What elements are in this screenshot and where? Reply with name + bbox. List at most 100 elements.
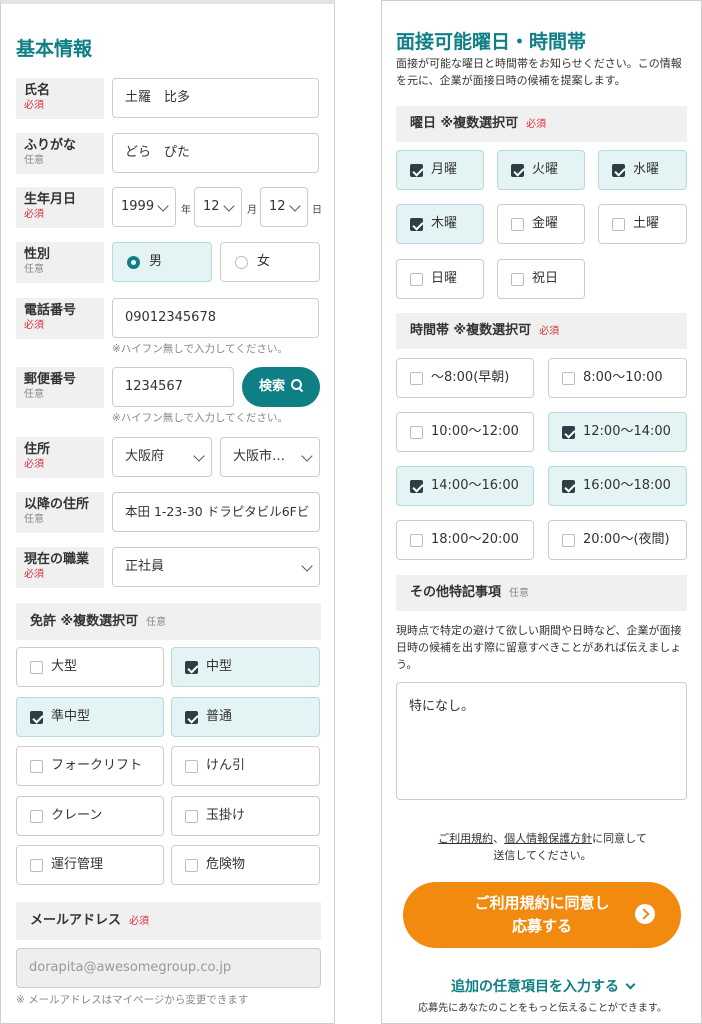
interview-description: 面接が可能な曜日と時間帯をお知らせください。この情報を元に、企業が面接日時の候補…	[396, 57, 682, 87]
address2-row: 以降の住所 任意 本田 1-23-30 ドラピタビル6Fビ	[16, 492, 321, 533]
checkbox-icon	[511, 218, 524, 231]
time-checkbox[interactable]: 14:00〜16:00	[396, 466, 534, 506]
license-header: 免許 ※複数選択可 任意	[16, 603, 321, 640]
birth-month-select[interactable]: 12	[194, 187, 242, 227]
postal-row: 郵便番号 任意 1234567 検索 ※ハイフン無しで入力してください。	[16, 367, 321, 427]
times-header: 時間帯 ※複数選択可 必須	[396, 313, 687, 349]
birth-year-select[interactable]: 1999	[112, 187, 176, 227]
more-fields-link[interactable]: 追加の任意項目を入力する	[382, 976, 701, 996]
city-select[interactable]: 大阪市…	[220, 437, 320, 477]
occupation-row: 現在の職業 必須 正社員	[16, 547, 321, 588]
phone-row: 電話番号 必須 09012345678 ※ハイフン無しで入力してください。	[16, 298, 321, 358]
checkbox-icon	[410, 372, 423, 385]
checkbox-icon	[511, 164, 524, 177]
gender-male-radio[interactable]: 男	[112, 242, 212, 282]
furigana-label: ふりがな 任意	[16, 133, 104, 174]
time-checkbox[interactable]: 12:00〜14:00	[548, 412, 687, 452]
day-checkbox[interactable]: 月曜	[396, 150, 484, 190]
search-icon	[291, 379, 303, 391]
privacy-link[interactable]: 個人情報保護方針	[504, 832, 592, 845]
chevron-down-icon	[193, 450, 205, 462]
terms-link[interactable]: ご利用規約	[438, 832, 493, 845]
checkbox-icon	[30, 661, 43, 674]
phone-label: 電話番号 必須	[16, 298, 104, 339]
checkbox-icon	[410, 426, 423, 439]
birth-day-select[interactable]: 12	[260, 187, 308, 227]
radio-empty-icon	[235, 256, 248, 269]
notes-textarea[interactable]: 特になし。	[396, 682, 687, 800]
address-label: 住所 必須	[16, 437, 104, 478]
chevron-down-icon	[301, 450, 313, 462]
arrow-right-icon	[635, 904, 655, 924]
day-checkbox[interactable]: 金曜	[497, 204, 585, 244]
day-checkbox[interactable]: 土曜	[598, 204, 687, 244]
checkbox-icon	[410, 218, 423, 231]
basic-info-panel: 基本情報 氏名 必須 土羅 比多 ふりがな 任意 どら ぴた 生年月日 必須 1…	[0, 0, 335, 1024]
chevron-down-icon	[625, 979, 636, 990]
checkbox-icon	[410, 534, 423, 547]
checkbox-icon	[612, 164, 625, 177]
day-checkbox[interactable]: 火曜	[497, 150, 585, 190]
postal-search-button[interactable]: 検索	[242, 367, 320, 407]
month-unit: 月	[247, 205, 257, 216]
checkbox-icon	[185, 760, 198, 773]
notes-header: その他特記事項 任意	[396, 575, 687, 611]
furigana-input[interactable]: どら ぴた	[112, 133, 319, 173]
postal-label: 郵便番号 任意	[16, 367, 104, 408]
checkbox-icon	[562, 480, 575, 493]
gender-female-radio[interactable]: 女	[220, 242, 320, 282]
checkbox-icon	[562, 426, 575, 439]
day-checkbox[interactable]: 木曜	[396, 204, 484, 244]
furigana-row: ふりがな 任意 どら ぴた	[16, 133, 321, 174]
checkbox-icon	[410, 480, 423, 493]
license-checkbox[interactable]: 準中型	[16, 697, 164, 737]
license-checkbox[interactable]: 普通	[171, 697, 320, 737]
phone-input[interactable]: 09012345678	[112, 298, 319, 338]
chevron-down-icon	[289, 200, 301, 212]
checkbox-icon	[410, 273, 423, 286]
license-checkbox[interactable]: 運行管理	[16, 845, 164, 885]
day-checkbox[interactable]: 日曜	[396, 259, 484, 299]
license-checkbox[interactable]: 中型	[171, 647, 320, 687]
time-checkbox[interactable]: 8:00〜10:00	[548, 358, 687, 398]
name-label: 氏名 必須	[16, 78, 104, 119]
license-checkbox[interactable]: けん引	[171, 746, 320, 786]
day-checkbox[interactable]: 水曜	[598, 150, 687, 190]
address-row: 住所 必須 大阪府 大阪市…	[16, 437, 321, 478]
address2-input[interactable]: 本田 1-23-30 ドラピタビル6Fビ	[112, 492, 320, 532]
name-input[interactable]: 土羅 比多	[112, 78, 319, 118]
occupation-select[interactable]: 正社員	[112, 547, 320, 587]
time-checkbox[interactable]: 〜8:00(早朝)	[396, 358, 534, 398]
agreement-text: ご利用規約、個人情報保護方針に同意して 送信してください。	[438, 832, 647, 862]
chevron-down-icon	[157, 200, 169, 212]
license-checkbox[interactable]: 危険物	[171, 845, 320, 885]
postal-input[interactable]: 1234567	[112, 367, 234, 407]
radio-selected-icon	[127, 256, 140, 269]
license-checkbox[interactable]: クレーン	[16, 796, 164, 836]
license-checkbox[interactable]: 大型	[16, 647, 164, 687]
time-checkbox[interactable]: 16:00〜18:00	[548, 466, 687, 506]
chevron-down-icon	[223, 200, 235, 212]
birthday-row: 生年月日 必須 1999 年 12 月 12 日	[16, 187, 322, 228]
day-checkbox[interactable]: 祝日	[497, 259, 585, 299]
prefecture-select[interactable]: 大阪府	[112, 437, 212, 477]
checkbox-icon	[562, 372, 575, 385]
email-note: ※ メールアドレスはマイページから変更できます	[16, 994, 249, 1006]
time-checkbox[interactable]: 20:00〜(夜間)	[548, 520, 687, 560]
license-checkbox[interactable]: フォークリフト	[16, 746, 164, 786]
time-checkbox[interactable]: 10:00〜12:00	[396, 412, 534, 452]
checkbox-icon	[30, 711, 43, 724]
license-checkbox[interactable]: 玉掛け	[171, 796, 320, 836]
checkbox-icon	[562, 534, 575, 547]
gender-label: 性別 任意	[16, 242, 104, 283]
checkbox-icon	[410, 164, 423, 177]
basic-info-title: 基本情報	[16, 38, 93, 60]
phone-hint: ※ハイフン無しで入力してください。	[112, 343, 288, 355]
birthday-label: 生年月日 必須	[16, 187, 104, 228]
checkbox-icon	[30, 859, 43, 872]
interview-title: 面接可能曜日・時間帯	[396, 31, 587, 53]
apply-button[interactable]: ご利用規約に同意し 応募する	[403, 882, 681, 948]
time-checkbox[interactable]: 18:00〜20:00	[396, 520, 534, 560]
checkbox-icon	[185, 859, 198, 872]
checkbox-icon	[30, 760, 43, 773]
